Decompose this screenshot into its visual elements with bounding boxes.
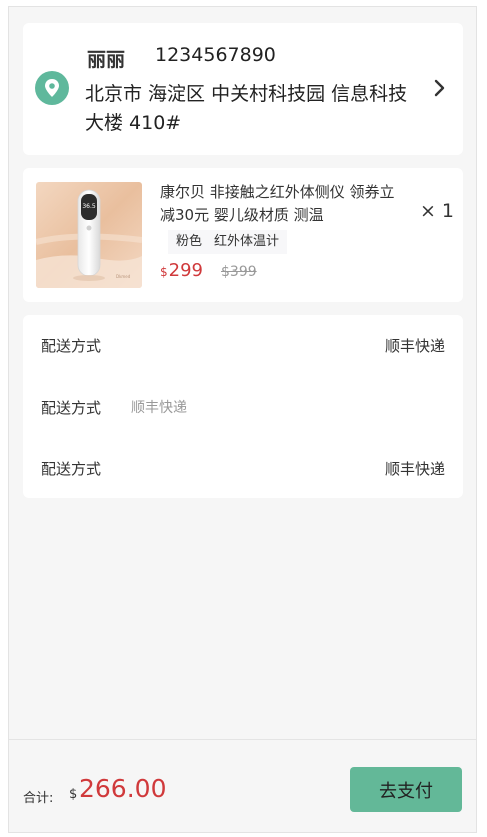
order-confirm-page: 丽丽 1234567890 北京市 海淀区 中关村科技园 信息科技大楼 410#	[8, 6, 477, 833]
price-value: 299	[168, 260, 203, 281]
location-pin-icon	[35, 71, 69, 105]
product-title: 康尔贝 非接触之红外体侧仪 领券立减30元 婴儿级材质 测温	[160, 183, 395, 224]
shipping-address: 北京市 海淀区 中关村科技园 信息科技大楼 410#	[85, 83, 408, 134]
shipping-value: 顺丰快递	[131, 400, 187, 416]
total-amount: 266.00	[79, 774, 167, 803]
total-currency: $	[69, 787, 78, 802]
svg-text:Dkmed: Dkmed	[116, 274, 131, 279]
shipping-label: 配送方式	[41, 460, 102, 478]
shipping-row[interactable]: 配送方式 顺丰快递	[41, 397, 445, 421]
recipient-name: 丽丽	[87, 49, 126, 71]
product-spec: 粉色 红外体温计	[168, 230, 288, 254]
product-card: 36.5 Dkmed 康尔贝 非接触之红外体侧仪 领券立减30元 婴儿级材质 测…	[23, 168, 463, 302]
product-price: $299	[160, 260, 203, 281]
shipping-label: 配送方式	[41, 399, 102, 417]
checkout-bar: 合计: $ 266.00 去支付	[9, 739, 476, 832]
spec-color: 粉色	[176, 234, 203, 249]
shipping-label: 配送方式	[41, 337, 102, 355]
product-quantity: × 1	[419, 200, 454, 222]
shipping-card: 配送方式 顺丰快递 配送方式 顺丰快递 配送方式 顺丰快递	[23, 315, 463, 498]
recipient-phone: 1234567890	[155, 44, 276, 66]
total-label: 合计:	[23, 791, 54, 806]
pay-button[interactable]: 去支付	[350, 767, 462, 812]
price-currency: $	[160, 265, 168, 279]
chevron-right-icon[interactable]	[433, 79, 445, 101]
address-card[interactable]: 丽丽 1234567890 北京市 海淀区 中关村科技园 信息科技大楼 410#	[23, 23, 463, 155]
product-image: 36.5 Dkmed	[36, 182, 142, 288]
shipping-row[interactable]: 配送方式 顺丰快递	[41, 458, 445, 482]
original-price: $399	[221, 264, 257, 280]
shipping-value: 顺丰快递	[384, 460, 445, 478]
svg-text:36.5: 36.5	[82, 203, 96, 210]
shipping-value: 顺丰快递	[384, 337, 445, 355]
spec-type: 红外体温计	[214, 234, 280, 249]
shipping-row[interactable]: 配送方式 顺丰快递	[41, 335, 445, 359]
